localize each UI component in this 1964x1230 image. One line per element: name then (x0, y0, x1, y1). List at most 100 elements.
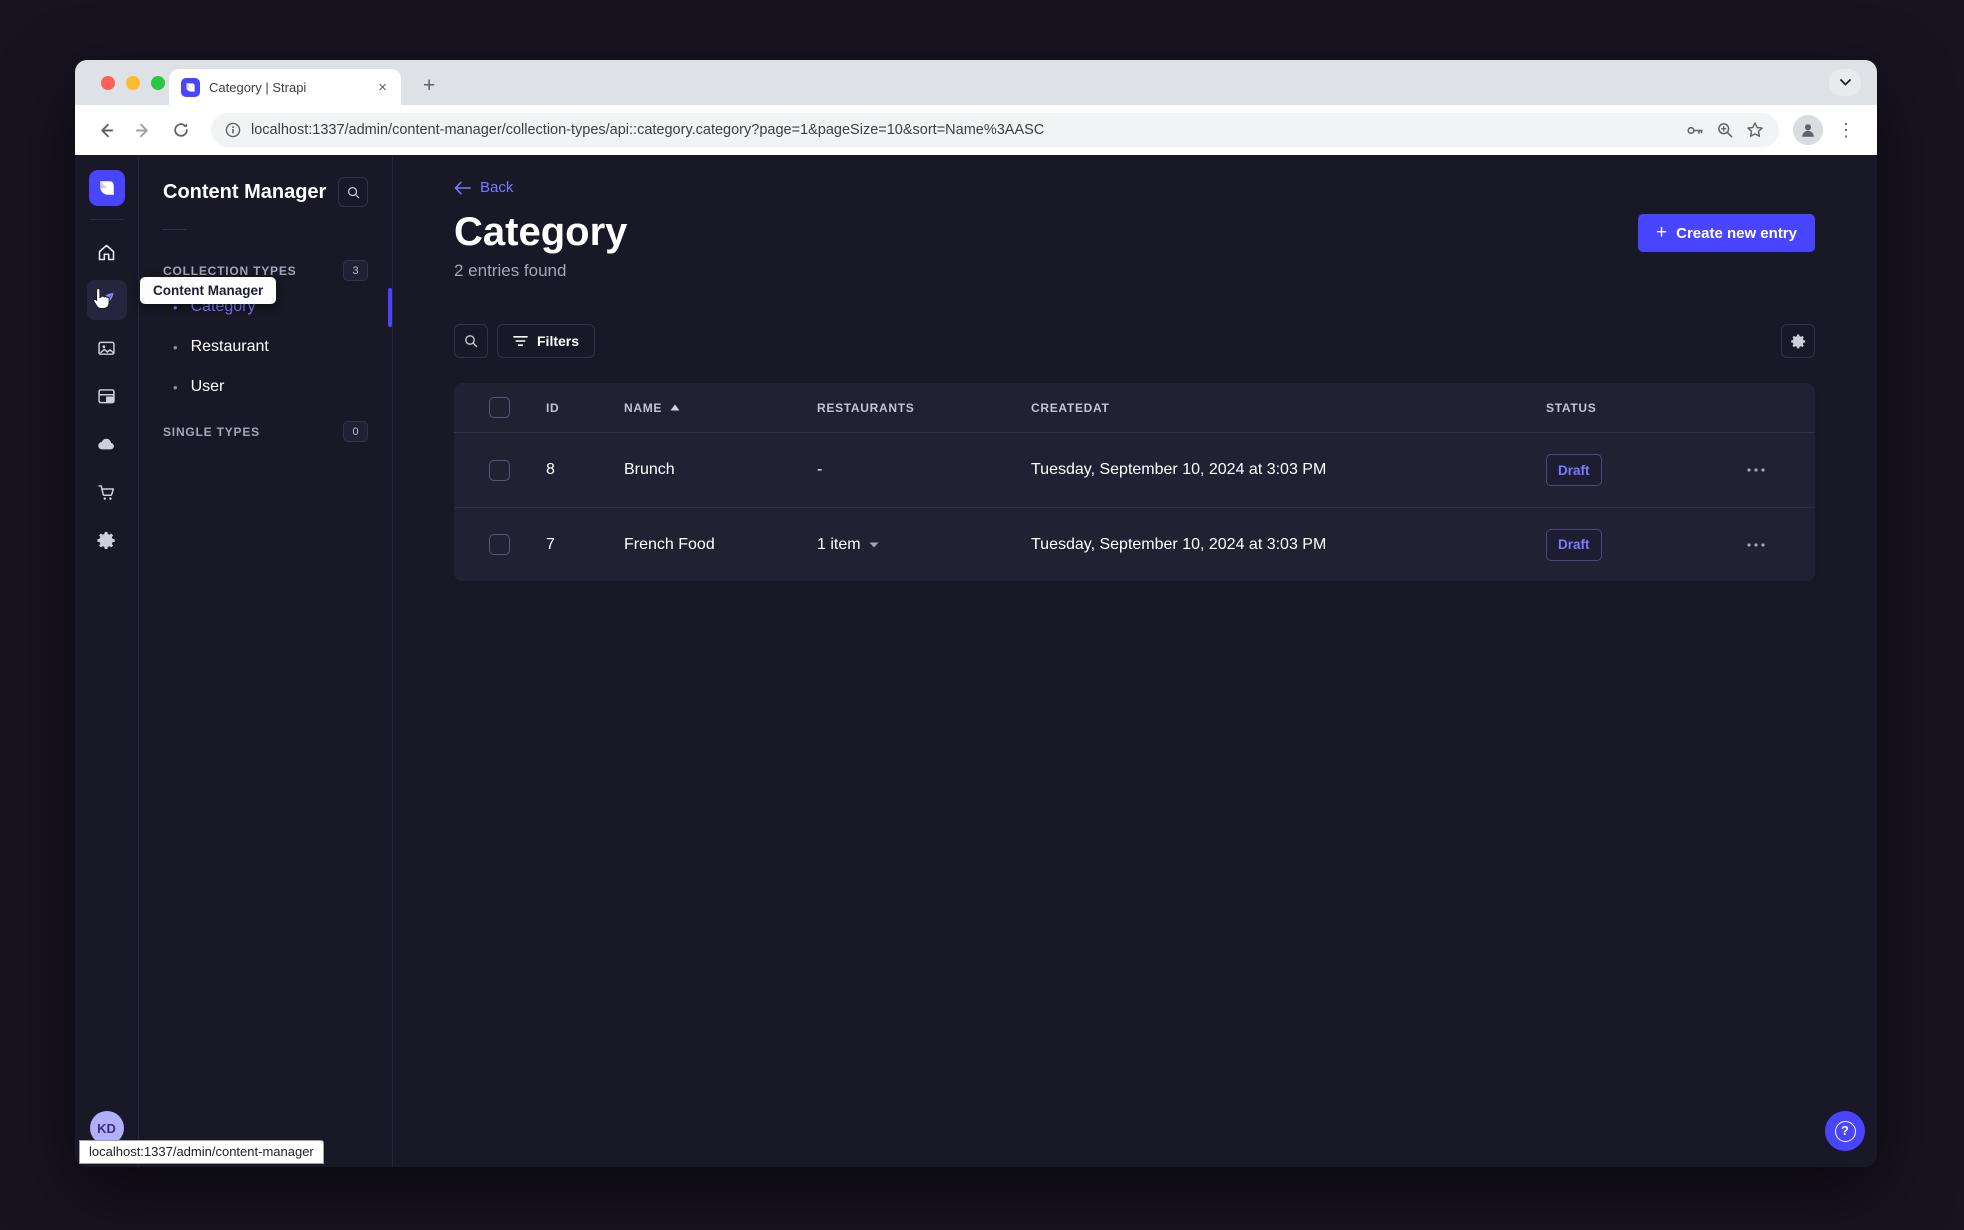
more-horizontal-icon (1747, 542, 1765, 547)
bookmark-star-icon[interactable] (1745, 120, 1765, 140)
subnav-divider (163, 229, 187, 230)
tab-search-button[interactable] (1829, 69, 1861, 96)
entries-count: 2 entries found (454, 261, 567, 280)
column-header-name[interactable]: NAME (624, 401, 817, 415)
content-manager-tooltip: Content Manager (140, 277, 277, 304)
nav-content-type-builder-button[interactable] (87, 376, 127, 416)
url-text[interactable]: localhost:1337/admin/content-manager/col… (251, 122, 1674, 138)
subnav-item-restaurant[interactable]: • Restaurant (163, 327, 368, 367)
single-types-label: SINGLE TYPES (163, 424, 260, 439)
url-bar[interactable]: localhost:1337/admin/content-manager/col… (211, 113, 1779, 147)
browser-profile-button[interactable] (1793, 115, 1823, 145)
sort-ascending-icon (670, 404, 680, 411)
chevron-down-icon (869, 542, 879, 547)
cell-restaurants: - (817, 461, 823, 478)
tab-close-icon[interactable]: × (374, 78, 391, 97)
entries-table: ID NAME RESTAURANTS CREATEDAT STATUS 8 B… (454, 383, 1815, 581)
subnav-search-button[interactable] (338, 177, 368, 207)
back-link[interactable]: Back (454, 179, 1815, 196)
help-button[interactable]: ? (1825, 1111, 1865, 1151)
subnav-title: Content Manager (163, 180, 327, 203)
cell-restaurants-dropdown[interactable]: 1 item (817, 536, 1031, 554)
column-header-createdat: CREATEDAT (1031, 400, 1110, 415)
cell-createdat: Tuesday, September 10, 2024 at 3:03 PM (1031, 535, 1327, 553)
nav-marketplace-button[interactable] (87, 472, 127, 512)
forward-button[interactable] (127, 114, 159, 146)
browser-window: Category | Strapi × + localhost:1337/adm… (75, 60, 1877, 1167)
browser-menu-button[interactable]: ⋮ (1829, 120, 1863, 141)
layout-icon (98, 388, 115, 403)
close-window-button[interactable] (101, 76, 115, 90)
plus-icon: + (1656, 221, 1668, 243)
shopping-cart-icon (98, 484, 115, 500)
row-actions-button[interactable] (1747, 542, 1765, 547)
nav-deploy-button[interactable] (87, 424, 127, 464)
arrow-left-icon (454, 181, 471, 194)
question-mark-icon: ? (1834, 1120, 1856, 1142)
window-controls (101, 76, 165, 90)
chevron-down-icon (1839, 79, 1851, 86)
subnav-item-user[interactable]: • User (163, 367, 368, 407)
link-preview-status-bar: localhost:1337/admin/content-manager (79, 1140, 324, 1164)
zoom-window-button[interactable] (151, 76, 165, 90)
search-icon (465, 335, 478, 348)
table-header-row: ID NAME RESTAURANTS CREATEDAT STATUS (454, 383, 1815, 433)
cell-id: 7 (546, 535, 555, 553)
row-checkbox[interactable] (489, 459, 510, 481)
nav-home-button[interactable] (87, 232, 127, 272)
strapi-logo[interactable] (88, 170, 125, 206)
select-all-checkbox[interactable] (489, 397, 510, 418)
column-header-id[interactable]: ID (546, 401, 624, 415)
page-title: Category (454, 210, 628, 254)
row-actions-button[interactable] (1747, 468, 1765, 472)
bullet-icon: • (173, 379, 178, 395)
collection-types-label: COLLECTION TYPES (163, 263, 297, 278)
cursor-pointer-icon (93, 287, 110, 310)
person-icon (1802, 124, 1814, 137)
column-header-restaurants: RESTAURANTS (817, 400, 915, 415)
rail-divider (89, 219, 124, 220)
tab-strip: Category | Strapi × + (75, 60, 1877, 105)
more-horizontal-icon (1747, 468, 1765, 472)
tab-title: Category | Strapi (209, 79, 307, 95)
reload-button[interactable] (165, 114, 197, 146)
bullet-icon: • (173, 339, 178, 355)
cloud-icon (98, 438, 114, 449)
gear-icon (97, 531, 115, 549)
filters-button[interactable]: Filters (497, 324, 596, 358)
nav-media-library-button[interactable] (87, 328, 127, 368)
browser-tab[interactable]: Category | Strapi × (169, 69, 401, 105)
browser-toolbar: localhost:1337/admin/content-manager/col… (75, 105, 1877, 155)
content-manager-subnav: Content Manager COLLECTION TYPES 3 • Cat… (139, 155, 393, 1167)
table-search-button[interactable] (454, 324, 488, 358)
status-badge: Draft (1546, 528, 1602, 561)
filter-icon (513, 335, 528, 347)
table-row[interactable]: 8 Brunch - Tuesday, September 10, 2024 a… (454, 433, 1815, 507)
cell-createdat: Tuesday, September 10, 2024 at 3:03 PM (1031, 461, 1327, 478)
gear-icon (1790, 334, 1805, 348)
main-content: Back Category 2 entries found + Create n… (393, 155, 1877, 1167)
table-row[interactable]: 7 French Food 1 item Tuesday, September … (454, 507, 1815, 581)
collection-types-count-badge: 3 (343, 260, 368, 281)
single-types-count-badge: 0 (343, 421, 368, 442)
new-tab-button[interactable]: + (415, 74, 443, 98)
table-settings-button[interactable] (1781, 324, 1815, 358)
row-checkbox[interactable] (489, 534, 510, 555)
column-header-status: STATUS (1546, 400, 1597, 415)
zoom-icon[interactable] (1715, 120, 1735, 140)
active-item-indicator (388, 288, 392, 327)
password-key-icon[interactable] (1684, 120, 1705, 141)
collection-types-list: • Category • Restaurant • User (163, 287, 368, 407)
subnav-item-label: User (190, 378, 225, 395)
search-icon (347, 186, 359, 198)
back-button[interactable] (89, 114, 121, 146)
nav-settings-button[interactable] (87, 520, 127, 560)
strapi-app: KD Content Manager COLLECTION TYPES 3 • … (75, 155, 1877, 1167)
create-new-entry-button[interactable]: + Create new entry (1638, 214, 1815, 252)
cell-id: 8 (546, 461, 555, 478)
page-info-icon[interactable] (225, 122, 241, 138)
cell-name: French Food (624, 535, 715, 553)
cell-name: Brunch (624, 461, 675, 478)
minimize-window-button[interactable] (126, 76, 140, 90)
status-badge: Draft (1546, 454, 1602, 486)
